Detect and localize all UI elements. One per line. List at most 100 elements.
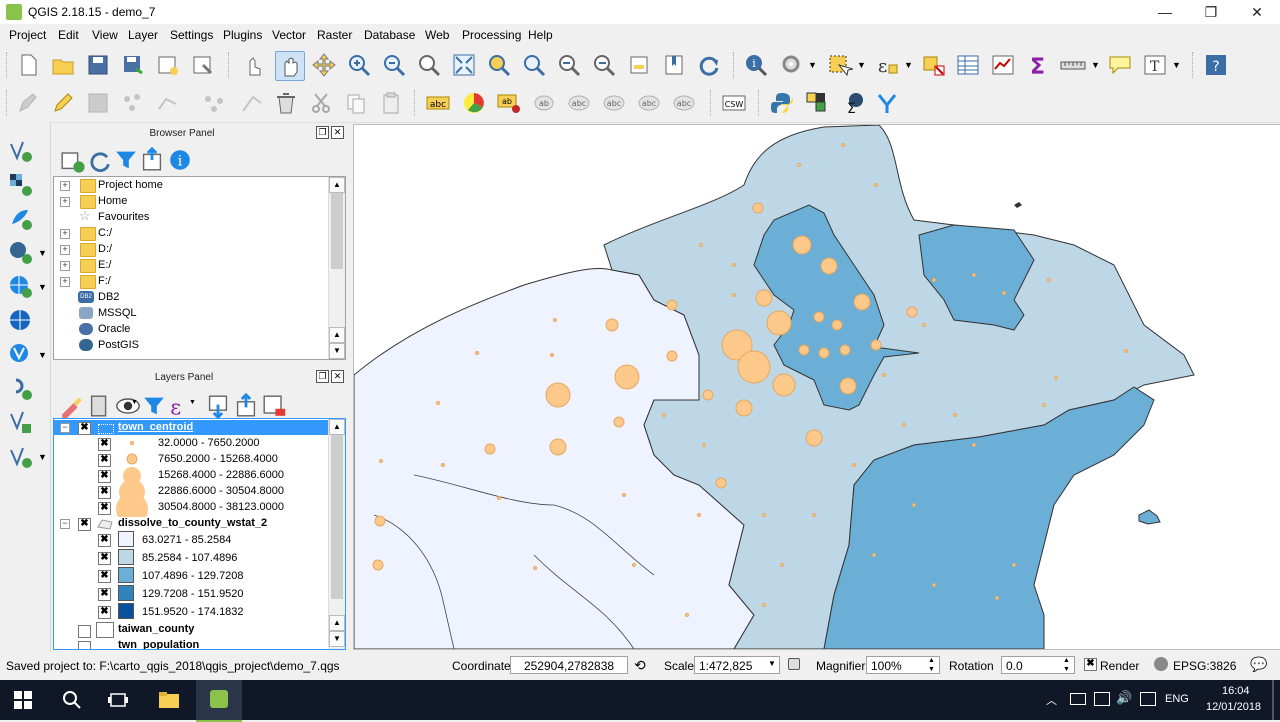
delete-selected-icon[interactable]: [272, 89, 300, 117]
filter-expression-icon[interactable]: ε: [166, 392, 186, 419]
zoom-next-icon[interactable]: [590, 51, 618, 79]
layers-scrollbar[interactable]: ▲ ▲ ▼: [328, 419, 345, 649]
grass-tools-icon[interactable]: [803, 89, 831, 117]
paste-features-icon[interactable]: [377, 89, 405, 117]
show-hide-labels-icon[interactable]: ab: [530, 89, 558, 117]
browser-item-postgis[interactable]: PostGIS: [98, 337, 139, 353]
open-project-icon[interactable]: [49, 51, 77, 79]
new-spatialite-icon[interactable]: [6, 408, 34, 436]
zoom-to-selection-icon[interactable]: [485, 51, 513, 79]
copy-features-icon[interactable]: [342, 89, 370, 117]
coordinate-field[interactable]: 252904,2782838: [510, 656, 628, 674]
move-feature-icon[interactable]: [200, 89, 228, 117]
new-map-view-icon[interactable]: [625, 51, 653, 79]
add-group-icon[interactable]: [86, 392, 107, 417]
layer-visibility-checkbox[interactable]: [78, 625, 91, 638]
class-checkbox[interactable]: ✖: [98, 588, 111, 601]
menu-project[interactable]: Project: [9, 28, 46, 42]
show-desktop-button[interactable]: [1272, 680, 1274, 720]
zoom-to-layer-icon[interactable]: [520, 51, 548, 79]
browser-item-e-drive[interactable]: E:/: [98, 257, 111, 273]
layer-visibility-checkbox[interactable]: [78, 641, 91, 649]
expand-icon[interactable]: +: [60, 261, 70, 271]
expand-icon[interactable]: +: [60, 197, 70, 207]
render-checkbox[interactable]: ✖: [1084, 658, 1097, 671]
layer-visibility-checkbox[interactable]: ✖: [78, 518, 91, 531]
browser-panel-float-icon[interactable]: ❐: [316, 126, 329, 139]
expand-icon[interactable]: +: [60, 181, 70, 191]
layer-town-centroid[interactable]: town_centroid: [118, 419, 193, 435]
zoom-full-icon[interactable]: [450, 51, 478, 79]
map-tips-icon[interactable]: [1106, 51, 1134, 79]
scroll-down-icon[interactable]: ▼: [329, 343, 345, 359]
zoom-in-icon[interactable]: [345, 51, 373, 79]
label-highlight-icon[interactable]: [460, 89, 488, 117]
collapse-icon[interactable]: −: [60, 519, 70, 529]
battery-icon[interactable]: [1070, 693, 1086, 705]
menu-web[interactable]: Web: [425, 28, 449, 42]
layer-visibility-checkbox[interactable]: ✖: [78, 422, 91, 435]
toggle-editing-icon[interactable]: [49, 89, 77, 117]
search-icon[interactable]: [62, 690, 82, 710]
crs-status[interactable]: EPSG:3826: [1173, 659, 1236, 673]
expand-icon[interactable]: +: [60, 229, 70, 239]
csw-icon[interactable]: CSW: [720, 89, 748, 117]
class-checkbox[interactable]: ✖: [98, 502, 111, 515]
new-bookmark-icon[interactable]: [660, 51, 688, 79]
class-checkbox[interactable]: ✖: [98, 438, 111, 451]
new-print-composer-icon[interactable]: [154, 51, 182, 79]
expand-icon[interactable]: +: [60, 277, 70, 287]
add-selected-layers-icon[interactable]: [58, 146, 85, 173]
zoom-out-icon[interactable]: [380, 51, 408, 79]
add-wcs-layer-icon[interactable]: [6, 340, 34, 368]
scroll-up-icon[interactable]: ▲: [329, 419, 345, 435]
wms-dropdown-icon[interactable]: ▼: [38, 282, 47, 292]
file-explorer-icon[interactable]: [158, 690, 180, 710]
virtual-dropdown-icon[interactable]: ▼: [38, 452, 47, 462]
scroll-up-icon[interactable]: ▲: [329, 327, 345, 343]
scroll-thumb[interactable]: [331, 193, 343, 269]
collapse-icon[interactable]: −: [60, 423, 70, 433]
layers-panel-close-icon[interactable]: ✕: [331, 370, 344, 383]
map-graphic[interactable]: [354, 125, 1280, 649]
class-checkbox[interactable]: ✖: [98, 552, 111, 565]
add-vector-layer-icon[interactable]: [6, 136, 34, 164]
postgis-dropdown-icon[interactable]: ▼: [38, 248, 47, 258]
add-point-icon[interactable]: [119, 89, 147, 117]
new-shapefile-icon[interactable]: [6, 374, 34, 402]
text-annotation-icon[interactable]: T: [1141, 51, 1169, 79]
pan-map-icon[interactable]: [275, 51, 305, 81]
select-dropdown-icon[interactable]: ▼: [857, 60, 866, 70]
close-button[interactable]: ✕: [1234, 0, 1280, 24]
add-wfs-layer-icon[interactable]: [6, 306, 34, 334]
add-delimited-text-icon[interactable]: [6, 204, 34, 232]
scroll-up-icon[interactable]: ▲: [329, 615, 345, 631]
layer-twn-population[interactable]: twn_population: [118, 637, 199, 649]
sum-icon[interactable]: Σ: [1024, 51, 1052, 80]
processing-toolbox-icon[interactable]: Σ: [838, 89, 866, 117]
language-indicator[interactable]: ENG: [1165, 693, 1189, 705]
add-line-icon[interactable]: [154, 89, 182, 117]
browser-item-oracle[interactable]: Oracle: [98, 321, 130, 337]
identify-features-icon[interactable]: i: [742, 51, 770, 79]
refresh-icon[interactable]: [695, 51, 723, 79]
clock-time[interactable]: 16:04: [1222, 685, 1250, 697]
select-by-expression-icon[interactable]: ε: [873, 51, 901, 79]
save-project-icon[interactable]: [84, 51, 112, 79]
add-raster-layer-icon[interactable]: [6, 170, 34, 198]
collapse-all-layers-icon[interactable]: [232, 392, 256, 417]
browser-item-mssql[interactable]: MSSQL: [98, 305, 137, 321]
menu-settings[interactable]: Settings: [170, 28, 213, 42]
browser-info-icon[interactable]: i: [166, 146, 190, 170]
annotation-dropdown-icon[interactable]: ▼: [1172, 60, 1181, 70]
zoom-last-icon[interactable]: [555, 51, 583, 79]
select-features-icon[interactable]: [825, 51, 854, 79]
map-canvas[interactable]: [353, 124, 1280, 650]
browser-item-favourites[interactable]: Favourites: [98, 209, 149, 225]
touch-zoom-icon[interactable]: [240, 51, 268, 79]
pin-labels-icon[interactable]: ab: [495, 89, 523, 117]
browser-panel-close-icon[interactable]: ✕: [331, 126, 344, 139]
messages-icon[interactable]: 💬: [1250, 656, 1267, 673]
class-checkbox[interactable]: ✖: [98, 606, 111, 619]
menu-raster[interactable]: Raster: [317, 28, 352, 42]
